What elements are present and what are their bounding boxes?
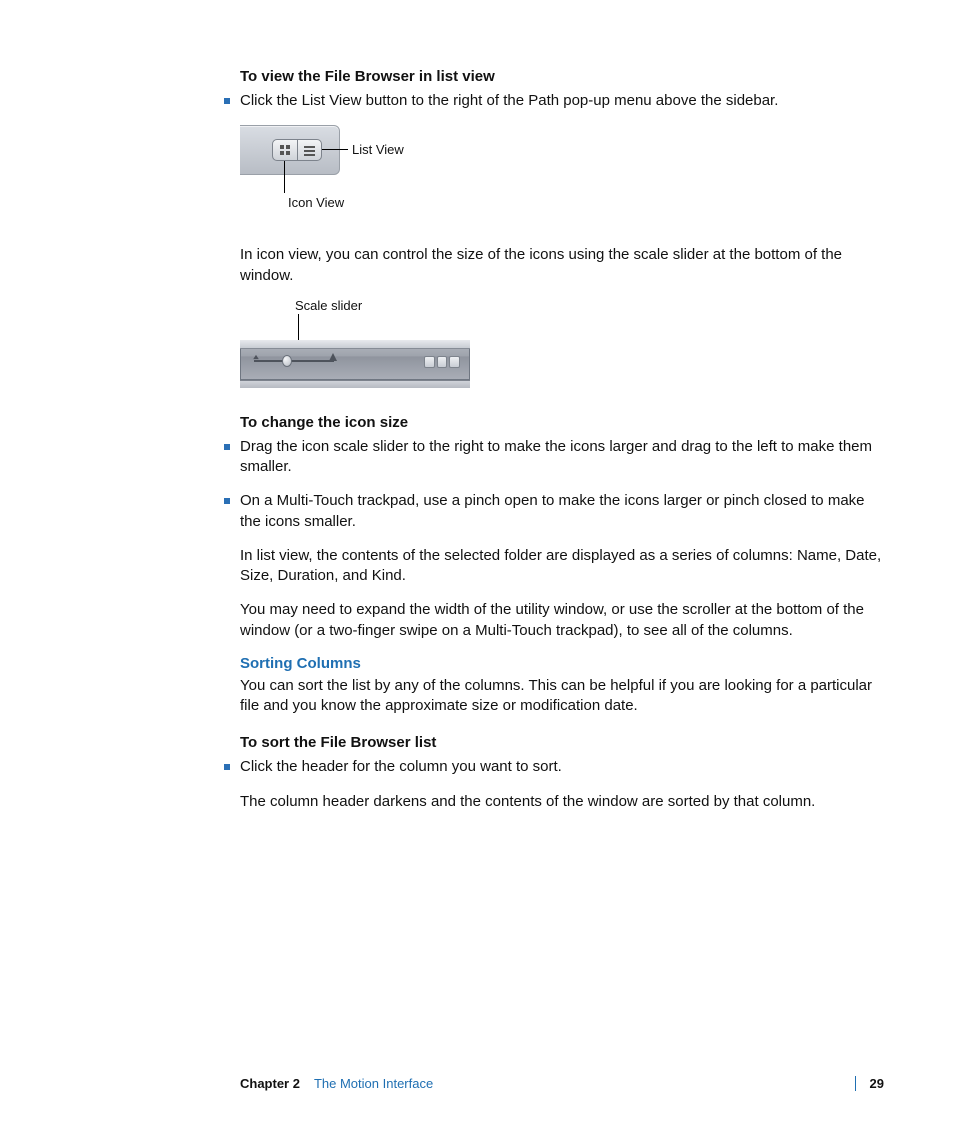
icon-view-button[interactable] (273, 140, 297, 160)
bullet-icon (224, 764, 230, 770)
chapter-title: The Motion Interface (314, 1076, 433, 1091)
callout-icon-view: Icon View (288, 195, 344, 210)
slider-thumb[interactable] (282, 355, 292, 367)
bullet-icon (224, 98, 230, 104)
heading-view-list: To view the File Browser in list view (240, 68, 884, 85)
button-cluster (424, 356, 460, 368)
bullet-item: On a Multi-Touch trackpad, use a pinch o… (224, 491, 884, 532)
list-icon (304, 146, 315, 155)
paragraph: You can sort the list by any of the colu… (240, 676, 884, 717)
bottom-strip (240, 380, 470, 388)
bullet-text: Click the header for the column you want… (240, 757, 884, 777)
bullet-item: Drag the icon scale slider to the right … (224, 437, 884, 478)
mini-button[interactable] (424, 356, 435, 368)
bullet-text: Click the List View button to the right … (240, 91, 884, 111)
heading-sort-file-browser: To sort the File Browser list (240, 734, 884, 751)
max-size-icon (329, 353, 337, 361)
segmented-control (272, 139, 322, 161)
mini-button[interactable] (437, 356, 448, 368)
paragraph: You may need to expand the width of the … (240, 600, 884, 641)
page-footer: Chapter 2 The Motion Interface 29 (240, 1076, 884, 1091)
paragraph: The column header darkens and the conten… (240, 792, 884, 812)
bullet-icon (224, 444, 230, 450)
bullet-text: On a Multi-Touch trackpad, use a pinch o… (240, 491, 884, 532)
bullet-item: Click the header for the column you want… (224, 757, 884, 777)
list-view-button[interactable] (297, 140, 322, 160)
bullet-icon (224, 498, 230, 504)
figure-scale-slider: Scale slider (240, 300, 470, 388)
heading-change-icon-size: To change the icon size (240, 414, 884, 431)
figure-view-buttons: List View Icon View (240, 125, 580, 225)
grid-icon (280, 145, 290, 155)
chapter-label: Chapter 2 (240, 1076, 300, 1091)
bullet-text: Drag the icon scale slider to the right … (240, 437, 884, 478)
leader-line (322, 149, 348, 150)
min-size-icon (253, 355, 259, 359)
leader-line (284, 161, 285, 193)
paragraph: In list view, the contents of the select… (240, 546, 884, 587)
heading-sorting-columns: Sorting Columns (240, 655, 884, 672)
paragraph: In icon view, you can control the size o… (240, 245, 884, 286)
bullet-item: Click the List View button to the right … (224, 91, 884, 111)
callout-scale-slider: Scale slider (295, 298, 362, 313)
slider-track (254, 360, 334, 362)
mini-button[interactable] (449, 356, 460, 368)
divider (240, 340, 470, 349)
callout-list-view: List View (352, 142, 404, 157)
page-number: 29 (855, 1076, 884, 1091)
